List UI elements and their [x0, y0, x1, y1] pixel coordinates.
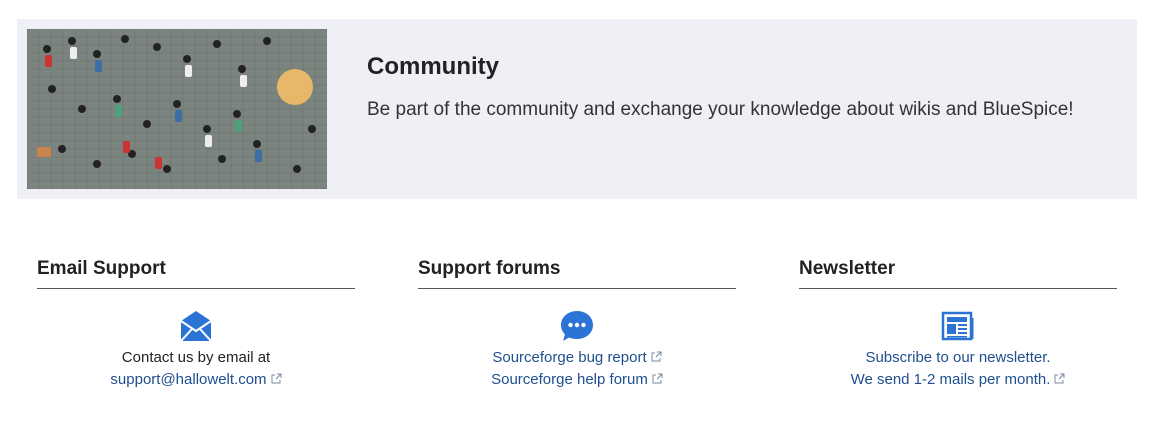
newsletter-heading: Newsletter — [799, 258, 1117, 289]
email-contact-text: Contact us by email at — [121, 349, 271, 366]
support-email-link[interactable]: support@hallowelt.com — [110, 371, 282, 388]
envelope-icon — [180, 311, 212, 342]
banner-title: Community — [367, 53, 499, 80]
external-link-icon — [652, 373, 663, 384]
newsletter-frequency-link[interactable]: We send 1-2 mails per month. — [851, 371, 1066, 388]
sourceforge-help-forum-label: Sourceforge help forum — [491, 371, 648, 388]
subscribe-newsletter-link[interactable]: Subscribe to our newsletter. — [865, 349, 1050, 366]
banner-text: Be part of the community and exchange yo… — [367, 99, 1074, 120]
sourceforge-bug-report-link[interactable]: Sourceforge bug report — [492, 349, 662, 366]
crowd-photo-illustration — [27, 29, 327, 189]
newsletter-section: Newsletter Subscribe to our newsletter. … — [799, 258, 1117, 391]
chat-bubble-icon — [561, 311, 593, 341]
external-link-icon — [651, 351, 662, 362]
newsletter-frequency-label: We send 1-2 mails per month. — [850, 371, 1051, 388]
newspaper-icon — [941, 311, 974, 341]
support-forums-heading: Support forums — [418, 258, 736, 289]
sourceforge-bug-report-label: Sourceforge bug report — [492, 349, 647, 366]
external-link-icon — [1054, 373, 1065, 384]
support-forums-section: Support forums Sourceforge bug report So… — [418, 258, 736, 391]
community-banner: Community Be part of the community and e… — [17, 19, 1137, 199]
sourceforge-help-forum-link[interactable]: Sourceforge help forum — [491, 371, 663, 388]
crowd-photo — [27, 29, 327, 189]
email-support-section: Email Support Contact us by email at sup… — [37, 258, 355, 391]
email-support-heading: Email Support — [37, 258, 355, 289]
support-email-label: support@hallowelt.com — [110, 371, 267, 388]
external-link-icon — [271, 373, 282, 384]
